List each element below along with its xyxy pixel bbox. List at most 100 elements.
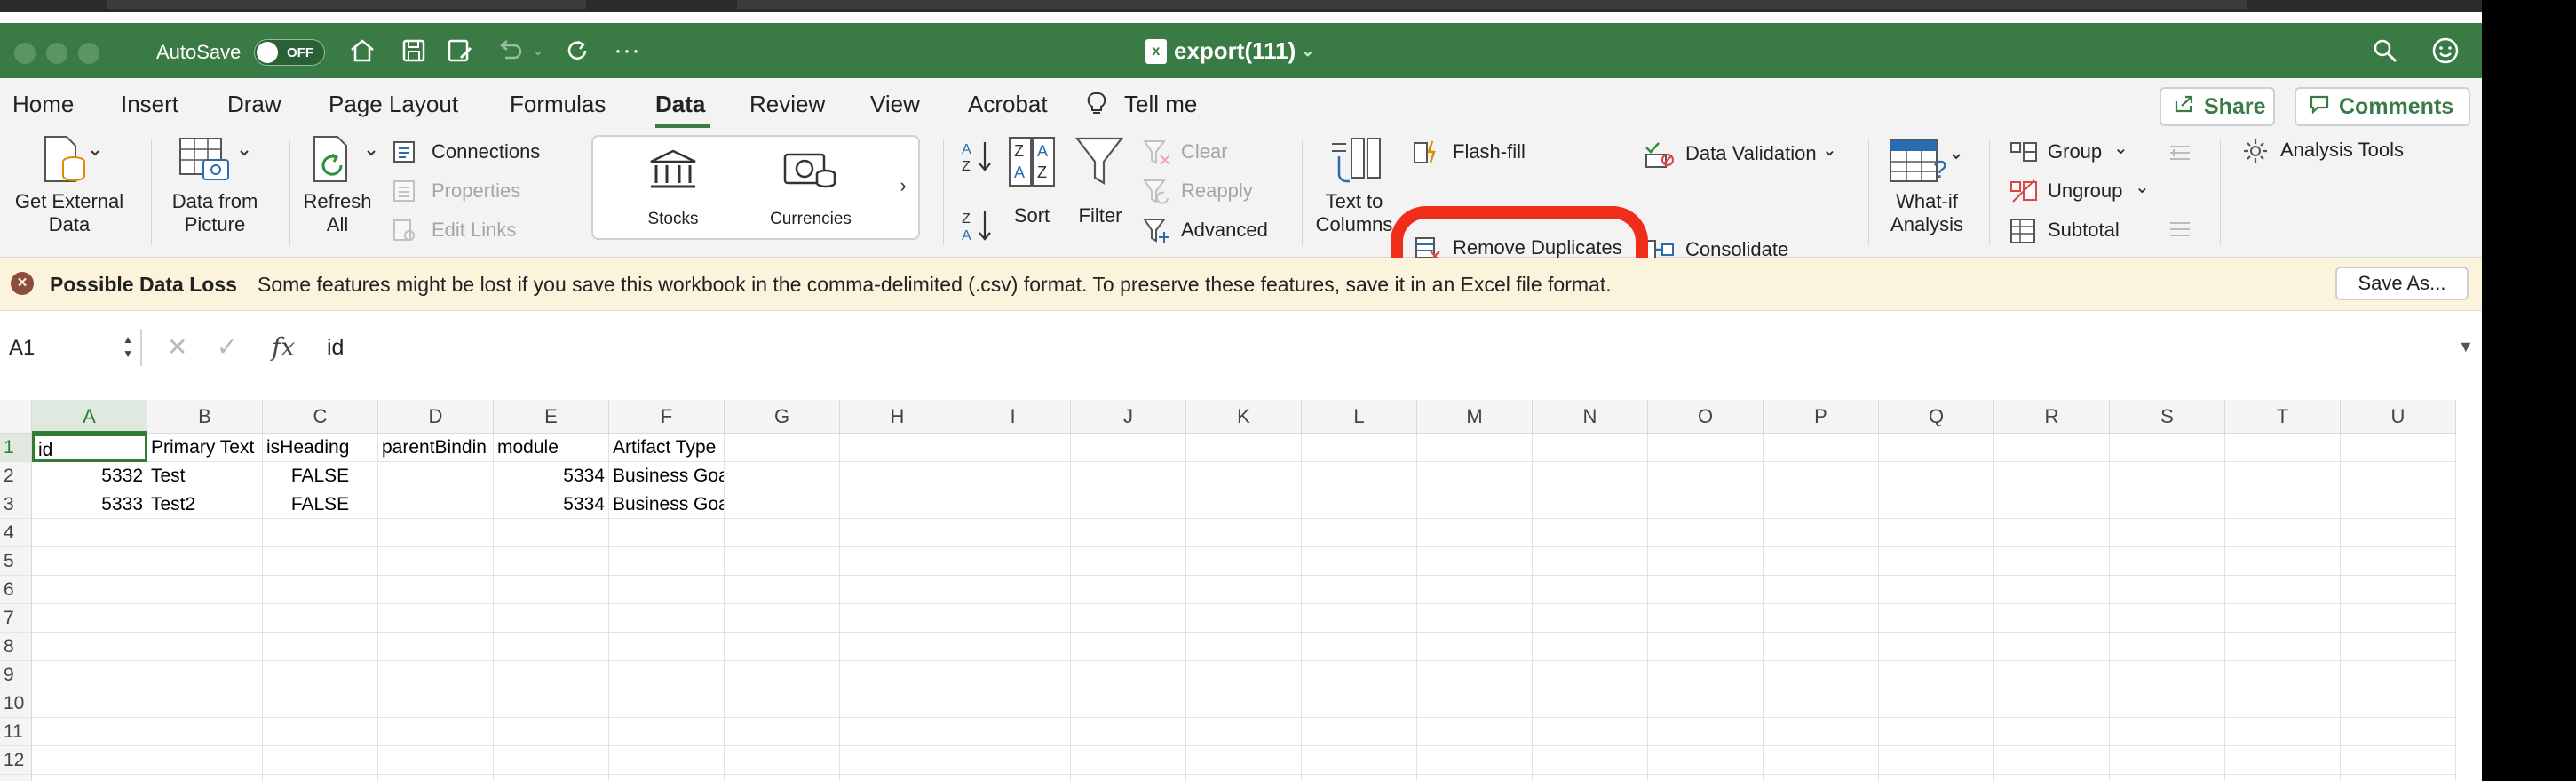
cell-f7[interactable] — [609, 604, 725, 633]
cell-r9[interactable] — [1994, 661, 2110, 689]
cell-l9[interactable] — [1302, 661, 1417, 689]
cell-b4[interactable] — [147, 519, 263, 547]
cell-s10[interactable] — [2110, 689, 2225, 718]
redo-icon[interactable] — [559, 36, 595, 66]
cell-s2[interactable] — [2110, 462, 2225, 490]
cell-j9[interactable] — [1071, 661, 1186, 689]
row-header-8[interactable]: 8 — [0, 633, 32, 661]
cell-b12[interactable] — [147, 746, 263, 775]
cell-o6[interactable] — [1648, 576, 1764, 604]
edit-links-button[interactable]: Edit Links — [432, 219, 516, 242]
cell-o13[interactable] — [1648, 775, 1764, 781]
autosave-toggle[interactable]: OFF — [254, 39, 325, 66]
cell-p2[interactable] — [1764, 462, 1879, 490]
cell-c4[interactable] — [263, 519, 378, 547]
cell-i11[interactable] — [955, 718, 1071, 746]
cell-i12[interactable] — [955, 746, 1071, 775]
cell-u4[interactable] — [2341, 519, 2456, 547]
cell-q7[interactable] — [1879, 604, 1994, 633]
cell-a1[interactable]: id — [32, 434, 147, 462]
cell-n9[interactable] — [1533, 661, 1648, 689]
cell-i4[interactable] — [955, 519, 1071, 547]
name-box[interactable]: A1 ▲ ▼ — [0, 329, 142, 366]
cell-p12[interactable] — [1764, 746, 1879, 775]
cell-r5[interactable] — [1994, 547, 2110, 576]
cell-r13[interactable] — [1994, 775, 2110, 781]
cell-i3[interactable] — [955, 490, 1071, 519]
cell-a12[interactable] — [32, 746, 147, 775]
column-header-o[interactable]: O — [1648, 400, 1764, 434]
tab-view[interactable]: View — [870, 91, 920, 118]
cell-u2[interactable] — [2341, 462, 2456, 490]
cell-j4[interactable] — [1071, 519, 1186, 547]
cell-k13[interactable] — [1186, 775, 1302, 781]
cell-n7[interactable] — [1533, 604, 1648, 633]
column-header-r[interactable]: R — [1994, 400, 2110, 434]
cell-e5[interactable] — [494, 547, 609, 576]
cell-q10[interactable] — [1879, 689, 1994, 718]
cell-l6[interactable] — [1302, 576, 1417, 604]
cell-c10[interactable] — [263, 689, 378, 718]
cell-j7[interactable] — [1071, 604, 1186, 633]
cell-s13[interactable] — [2110, 775, 2225, 781]
cell-b8[interactable] — [147, 633, 263, 661]
cell-j8[interactable] — [1071, 633, 1186, 661]
cell-f10[interactable] — [609, 689, 725, 718]
cell-k4[interactable] — [1186, 519, 1302, 547]
cell-p4[interactable] — [1764, 519, 1879, 547]
cell-c13[interactable] — [263, 775, 378, 781]
save-as-button[interactable]: Save As... — [2335, 267, 2469, 300]
cell-d10[interactable] — [378, 689, 494, 718]
cell-e10[interactable] — [494, 689, 609, 718]
cell-c1[interactable]: isHeading — [263, 434, 378, 462]
cell-m9[interactable] — [1417, 661, 1533, 689]
cell-s11[interactable] — [2110, 718, 2225, 746]
cell-u12[interactable] — [2341, 746, 2456, 775]
cell-d1[interactable]: parentBindin — [378, 434, 494, 462]
confirm-entry-icon[interactable]: ✓ — [217, 332, 237, 362]
cell-p3[interactable] — [1764, 490, 1879, 519]
cell-c7[interactable] — [263, 604, 378, 633]
column-header-p[interactable]: P — [1764, 400, 1879, 434]
data-validation-dropdown-icon[interactable]: ⌄ — [1822, 139, 1837, 161]
cell-u8[interactable] — [2341, 633, 2456, 661]
cell-d9[interactable] — [378, 661, 494, 689]
cell-r3[interactable] — [1994, 490, 2110, 519]
hide-detail-icon[interactable] — [2167, 217, 2193, 242]
cell-j13[interactable] — [1071, 775, 1186, 781]
cell-h6[interactable] — [840, 576, 955, 604]
cell-o3[interactable] — [1648, 490, 1764, 519]
tab-home[interactable]: Home — [12, 91, 74, 118]
cell-f13[interactable] — [609, 775, 725, 781]
cell-f11[interactable] — [609, 718, 725, 746]
cell-s7[interactable] — [2110, 604, 2225, 633]
row-header-7[interactable]: 7 — [0, 604, 32, 633]
cell-s9[interactable] — [2110, 661, 2225, 689]
cell-i5[interactable] — [955, 547, 1071, 576]
cell-g7[interactable] — [725, 604, 840, 633]
cell-g9[interactable] — [725, 661, 840, 689]
cell-m2[interactable] — [1417, 462, 1533, 490]
cell-j1[interactable] — [1071, 434, 1186, 462]
sort-descending-icon[interactable]: ZA — [959, 208, 995, 243]
cell-k3[interactable] — [1186, 490, 1302, 519]
tab-review[interactable]: Review — [749, 91, 825, 118]
cell-p6[interactable] — [1764, 576, 1879, 604]
cell-f9[interactable] — [609, 661, 725, 689]
cell-g5[interactable] — [725, 547, 840, 576]
cell-u7[interactable] — [2341, 604, 2456, 633]
cell-u13[interactable] — [2341, 775, 2456, 781]
row-header-2[interactable]: 2 — [0, 462, 32, 490]
column-header-a[interactable]: A — [32, 400, 147, 434]
cell-q12[interactable] — [1879, 746, 1994, 775]
cell-t12[interactable] — [2225, 746, 2341, 775]
cell-o12[interactable] — [1648, 746, 1764, 775]
cell-j6[interactable] — [1071, 576, 1186, 604]
column-header-h[interactable]: H — [840, 400, 955, 434]
cell-o2[interactable] — [1648, 462, 1764, 490]
cell-l12[interactable] — [1302, 746, 1417, 775]
cell-o10[interactable] — [1648, 689, 1764, 718]
cell-h13[interactable] — [840, 775, 955, 781]
cell-f8[interactable] — [609, 633, 725, 661]
row-header-11[interactable]: 11 — [0, 718, 32, 746]
